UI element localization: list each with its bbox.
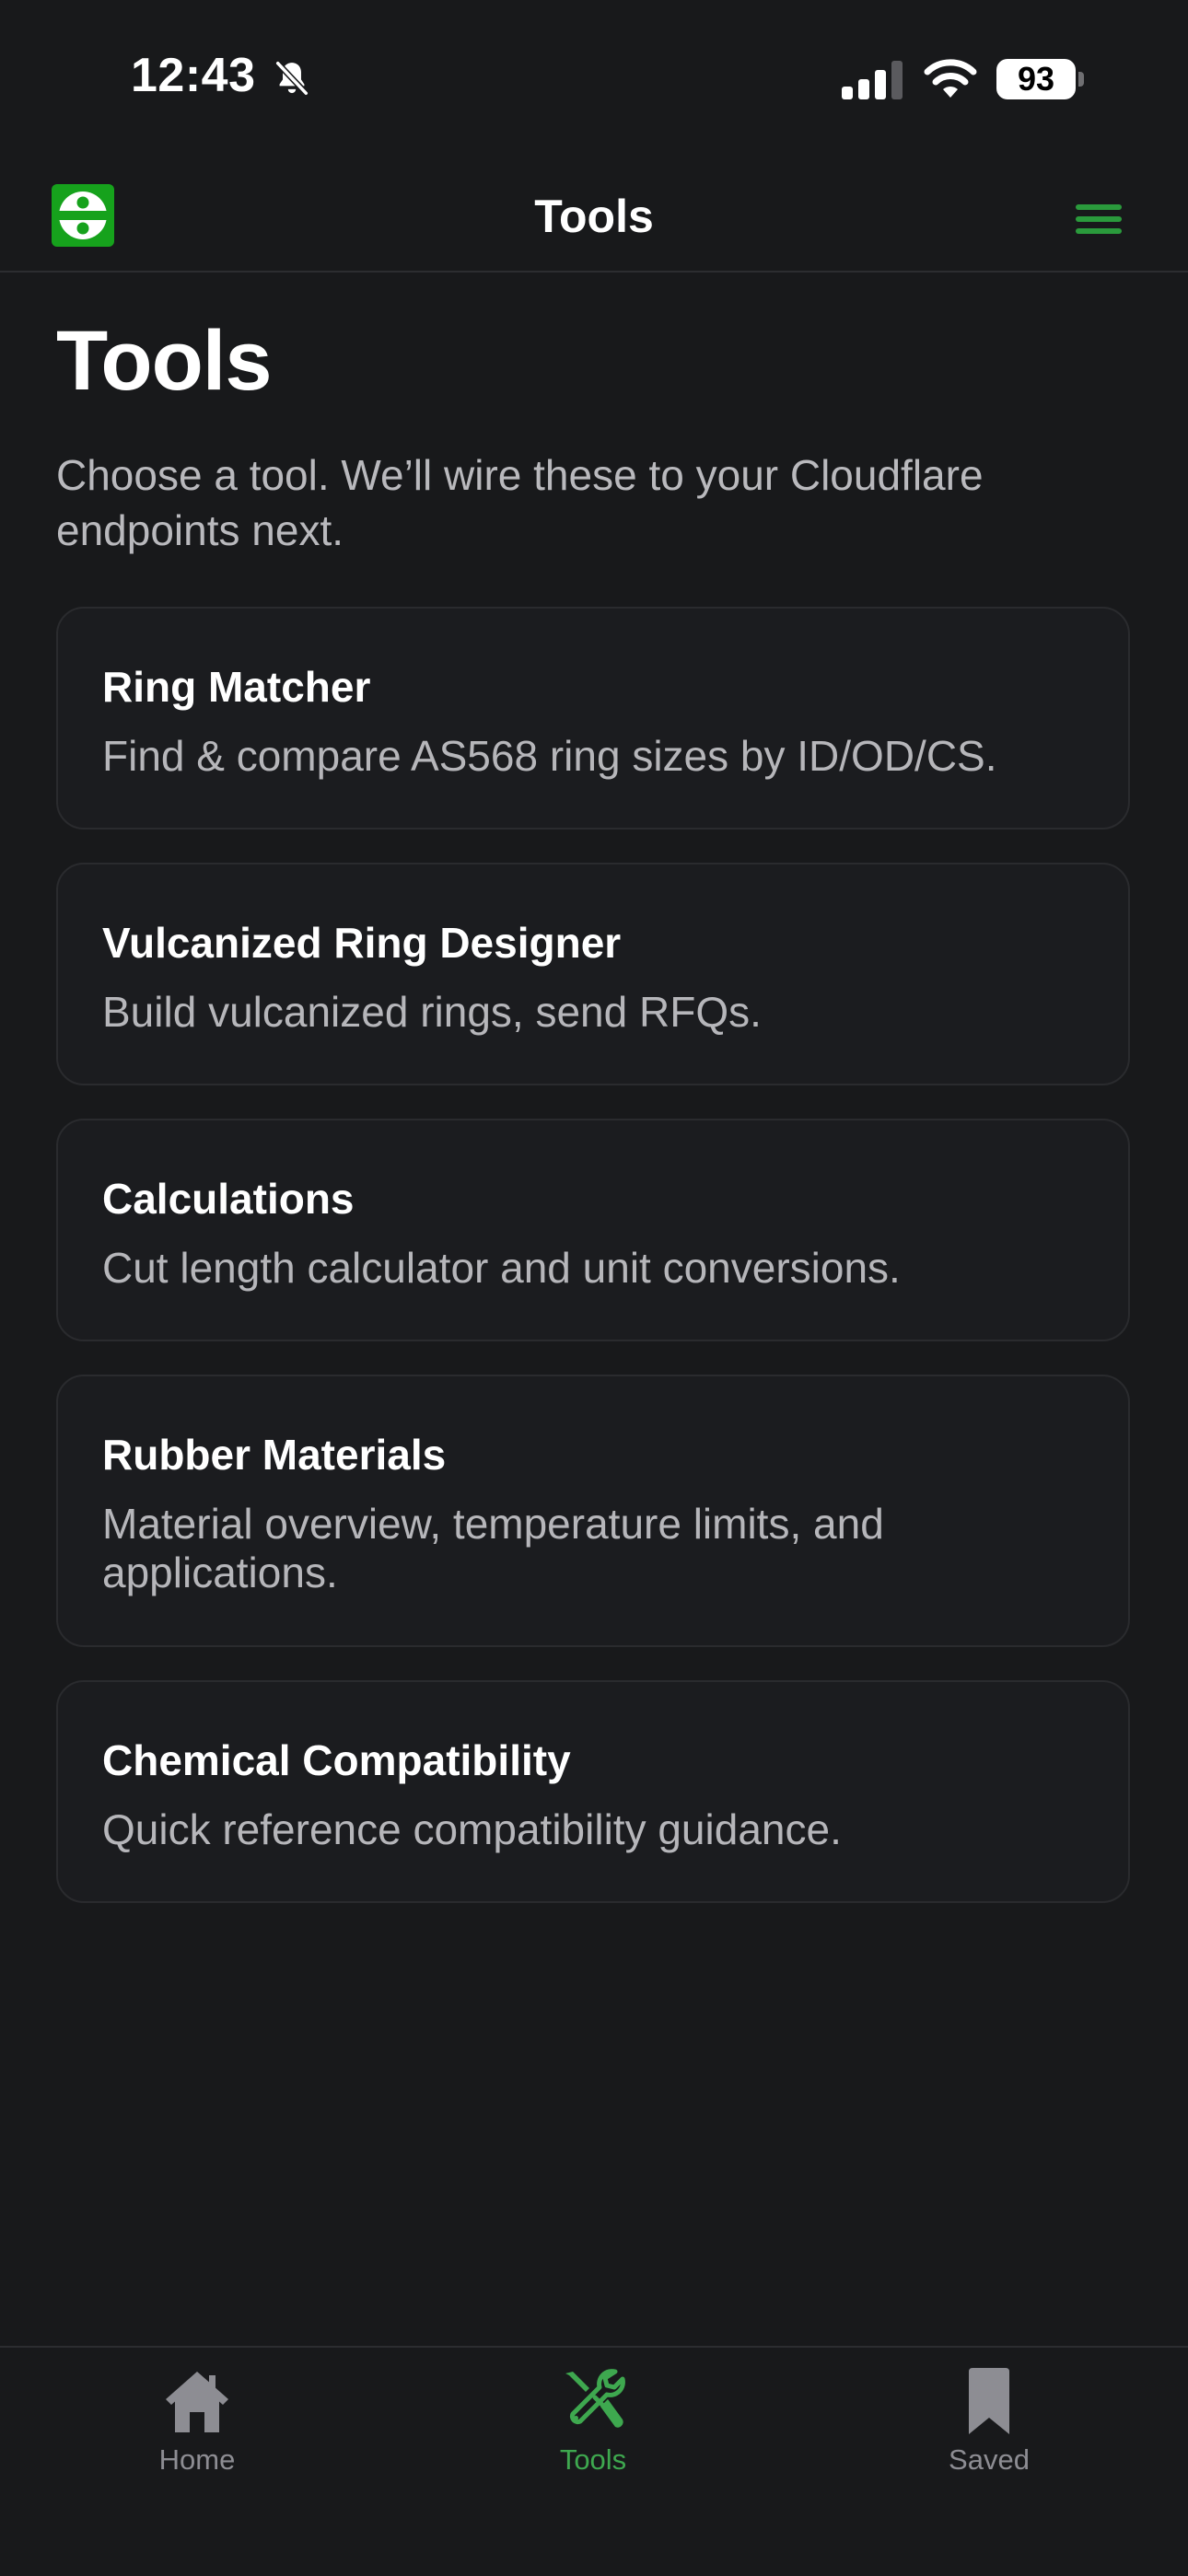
bookmark-icon — [969, 2368, 1009, 2434]
tab-home[interactable]: Home — [105, 2366, 289, 2486]
tool-card-description: Build vulcanized rings, send RFQs. — [102, 988, 762, 1036]
tool-card-ring-matcher[interactable]: Ring Matcher Find & compare AS568 ring s… — [56, 607, 1130, 830]
tool-card-description: Find & compare AS568 ring sizes by ID/OD… — [102, 732, 997, 780]
tool-card-title: Vulcanized Ring Designer — [102, 919, 622, 967]
tool-card-title: Calculations — [102, 1175, 355, 1223]
tool-card-title: Ring Matcher — [102, 663, 371, 711]
status-bar: 12:43 93 — [0, 0, 1188, 157]
signal-icon — [842, 61, 903, 99]
status-time: 12:43 — [131, 49, 256, 102]
tool-card-description: Material overview, temperature limits, a… — [102, 1500, 884, 1596]
tool-card-vulcanized-ring-designer[interactable]: Vulcanized Ring Designer Build vulcanize… — [56, 863, 1130, 1085]
tool-card-description: Quick reference compatibility guidance. — [102, 1805, 842, 1853]
battery-cap — [1078, 72, 1084, 87]
tab-bar: Home Tools Saved — [0, 2346, 1188, 2576]
wifi-icon — [924, 59, 977, 98]
house-icon — [166, 2372, 228, 2432]
bell-slash-icon — [274, 60, 309, 97]
tab-saved[interactable]: Saved — [897, 2366, 1081, 2486]
nav-header: Tools — [0, 157, 1188, 273]
tool-card-title: Chemical Compatibility — [102, 1736, 571, 1784]
tool-card-calculations[interactable]: Calculations Cut length calculator and u… — [56, 1119, 1130, 1341]
page-title: Tools — [56, 314, 272, 408]
battery-level: 93 — [996, 59, 1076, 99]
tools-icon — [565, 2369, 625, 2428]
tool-card-chemical-compatibility[interactable]: Chemical Compatibility Quick reference c… — [56, 1680, 1130, 1903]
nav-title: Tools — [534, 191, 654, 242]
tab-label: Tools — [559, 2443, 627, 2476]
tool-card-description: Cut length calculator and unit conversio… — [102, 1244, 901, 1292]
tab-label: Saved — [949, 2443, 1030, 2476]
tool-card-title: Rubber Materials — [102, 1431, 447, 1479]
tool-card-rubber-materials[interactable]: Rubber Materials Material overview, temp… — [56, 1375, 1130, 1647]
tab-label: Home — [158, 2443, 236, 2476]
hamburger-menu-icon[interactable] — [1066, 191, 1131, 247]
page-subtitle: Choose a tool. We’ll wire these to your … — [56, 451, 984, 554]
battery-icon: 93 — [996, 59, 1085, 99]
tab-tools[interactable]: Tools — [501, 2366, 685, 2486]
